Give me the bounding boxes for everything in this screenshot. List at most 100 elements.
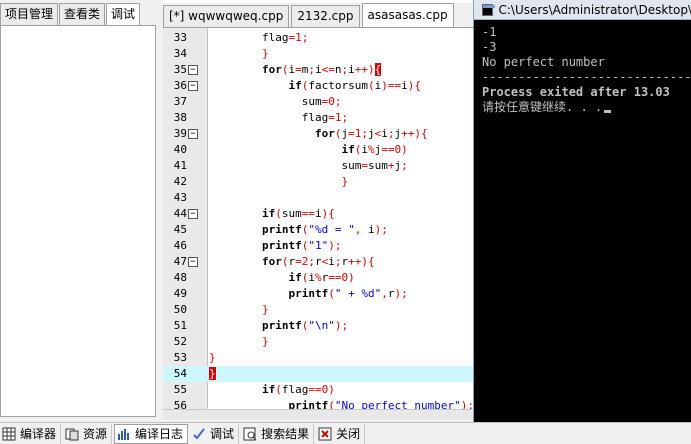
code-text: }	[261, 303, 269, 316]
code-line[interactable]: 51 printf("\n");	[163, 318, 473, 334]
tab-class-view[interactable]: 查看类	[59, 3, 106, 25]
debug-check-icon	[193, 427, 205, 440]
code-line[interactable]: 42 }	[163, 174, 473, 190]
line-number: 34	[173, 47, 187, 60]
console-line: -1	[482, 25, 497, 39]
line-number: 40	[173, 143, 187, 156]
code-text: for(j=1;j<i;j++){	[314, 127, 428, 140]
debug-tab-button[interactable]: 调试	[190, 423, 240, 444]
compiler-tab-button[interactable]: 编译器	[0, 423, 62, 444]
code-line[interactable]: 55 if(flag==0)	[163, 382, 473, 398]
line-number: 46	[173, 239, 187, 252]
console-title: C:\Users\Administrator\Desktop\	[498, 2, 691, 17]
code-line[interactable]: 38 flag=1;	[163, 110, 473, 126]
code-line[interactable]: 46 printf("1");	[163, 238, 473, 254]
project-panel: 项目管理 查看类 调试	[0, 0, 158, 420]
line-number: 44	[173, 207, 187, 220]
code-line[interactable]: 50 }	[163, 302, 473, 318]
code-line[interactable]: 33 flag=1;	[163, 30, 473, 46]
line-number: 36	[173, 79, 187, 92]
console-window[interactable]: C:\Users\Administrator\Desktop\ -1 -3 No…	[473, 0, 691, 433]
code-text-area[interactable]: 33 flag=1; 34 } 35− for(i=m;i<=n;i++){36− …	[163, 27, 473, 409]
debug-tab-label: 调试	[210, 427, 235, 441]
compiler-tab-label: 编译器	[20, 427, 57, 441]
line-number: 53	[173, 351, 187, 364]
fold-toggle-icon[interactable]: −	[188, 81, 198, 91]
console-separator: --------------------------------	[482, 70, 691, 84]
tab-file-wqwwqweq[interactable]: [*] wqwwqweq.cpp	[163, 5, 290, 27]
code-line[interactable]: 54}	[163, 366, 473, 382]
close-icon	[318, 427, 332, 440]
line-number: 54	[173, 367, 187, 380]
code-text: if(factorsum(i)==i){	[288, 79, 421, 92]
code-text: }	[261, 335, 269, 348]
search-results-tab-label: 搜索结果	[261, 427, 310, 441]
code-line[interactable]: 45 printf("%d = ", i);	[163, 222, 473, 238]
console-cursor	[604, 110, 612, 113]
console-title-bar[interactable]: C:\Users\Administrator\Desktop\	[474, 0, 691, 20]
code-line[interactable]: 43	[163, 190, 473, 206]
code-text: if(flag==0)	[261, 383, 335, 396]
console-prompt-text: 请按任意键继续. . .	[482, 100, 603, 114]
line-number: 41	[173, 159, 187, 172]
line-number: 45	[173, 223, 187, 236]
line-number: 33	[173, 31, 187, 44]
code-line[interactable]: 37 sum=0;	[163, 94, 473, 110]
line-number: 38	[173, 111, 187, 124]
code-line[interactable]: 35− for(i=m;i<=n;i++){	[163, 62, 473, 78]
line-number: 47	[173, 255, 187, 268]
close-tab-button[interactable]: 关闭	[316, 423, 366, 444]
code-text: for(i=m;i<=n;i++){	[261, 63, 382, 76]
console-app-icon	[482, 3, 495, 16]
code-text: }	[261, 47, 269, 60]
code-text: sum=0;	[209, 95, 342, 108]
code-line[interactable]: 40 if(i%j==0)	[163, 142, 473, 158]
line-number: 51	[173, 319, 187, 332]
compile-log-tab-button[interactable]: 编译日志	[114, 423, 189, 444]
console-line: No perfect number	[482, 55, 605, 69]
code-text: printf(" + %d",r);	[288, 287, 408, 300]
line-number: 43	[173, 191, 187, 204]
code-line[interactable]: 49 printf(" + %d",r);	[163, 286, 473, 302]
search-results-tab-button[interactable]: 搜索结果	[241, 423, 315, 444]
code-line[interactable]: 52 }	[163, 334, 473, 350]
horizontal-scrollbar[interactable]	[163, 409, 473, 420]
fold-toggle-icon[interactable]: −	[188, 129, 198, 139]
fold-toggle-icon[interactable]: −	[188, 257, 198, 267]
code-text: printf("\n");	[261, 319, 349, 332]
console-line: -3	[482, 40, 497, 54]
console-line: 请按任意键继续. . .	[482, 100, 691, 115]
code-line[interactable]: 56 printf("No perfect number");	[163, 398, 473, 409]
code-line[interactable]: 36− if(factorsum(i)==i){	[163, 78, 473, 94]
tab-debug[interactable]: 调试	[106, 3, 141, 26]
tab-file-2132[interactable]: 2132.cpp	[291, 5, 360, 27]
tab-project-management[interactable]: 项目管理	[0, 3, 59, 25]
code-line[interactable]: 34 }	[163, 46, 473, 62]
search-results-icon	[243, 427, 257, 440]
code-text: for(r=2;r<i;r++){	[261, 255, 375, 268]
close-tab-label: 关闭	[336, 427, 361, 441]
code-line[interactable]: 44− if(sum==i){	[163, 206, 473, 222]
line-number: 48	[173, 271, 187, 284]
resources-tab-label: 资源	[83, 427, 108, 441]
console-line: Process exited after 13.03	[482, 85, 670, 99]
resources-icon	[65, 428, 79, 440]
tab-file-asasasas[interactable]: asasasas.cpp	[361, 3, 454, 27]
code-text: sum=sum+j;	[209, 159, 408, 172]
fold-toggle-icon[interactable]: −	[188, 209, 198, 219]
fold-toggle-icon[interactable]: −	[188, 65, 198, 75]
code-text: }	[209, 367, 216, 380]
line-number: 55	[173, 383, 187, 396]
code-line[interactable]: 41 sum=sum+j;	[163, 158, 473, 174]
line-number: 42	[173, 175, 187, 188]
code-line[interactable]: 48 if(i%r==0)	[163, 270, 473, 286]
code-text: printf("%d = ", i);	[261, 223, 388, 236]
line-number: 37	[173, 95, 187, 108]
code-line[interactable]: 53}	[163, 350, 473, 366]
resources-tab-button[interactable]: 资源	[63, 423, 113, 444]
code-line[interactable]: 39− for(j=1;j<i;j++){	[163, 126, 473, 142]
project-panel-tabs: 项目管理 查看类 调试	[0, 3, 141, 26]
line-number: 49	[173, 287, 187, 300]
code-line[interactable]: 47− for(r=2;r<i;r++){	[163, 254, 473, 270]
compiler-grid-icon	[2, 427, 16, 440]
